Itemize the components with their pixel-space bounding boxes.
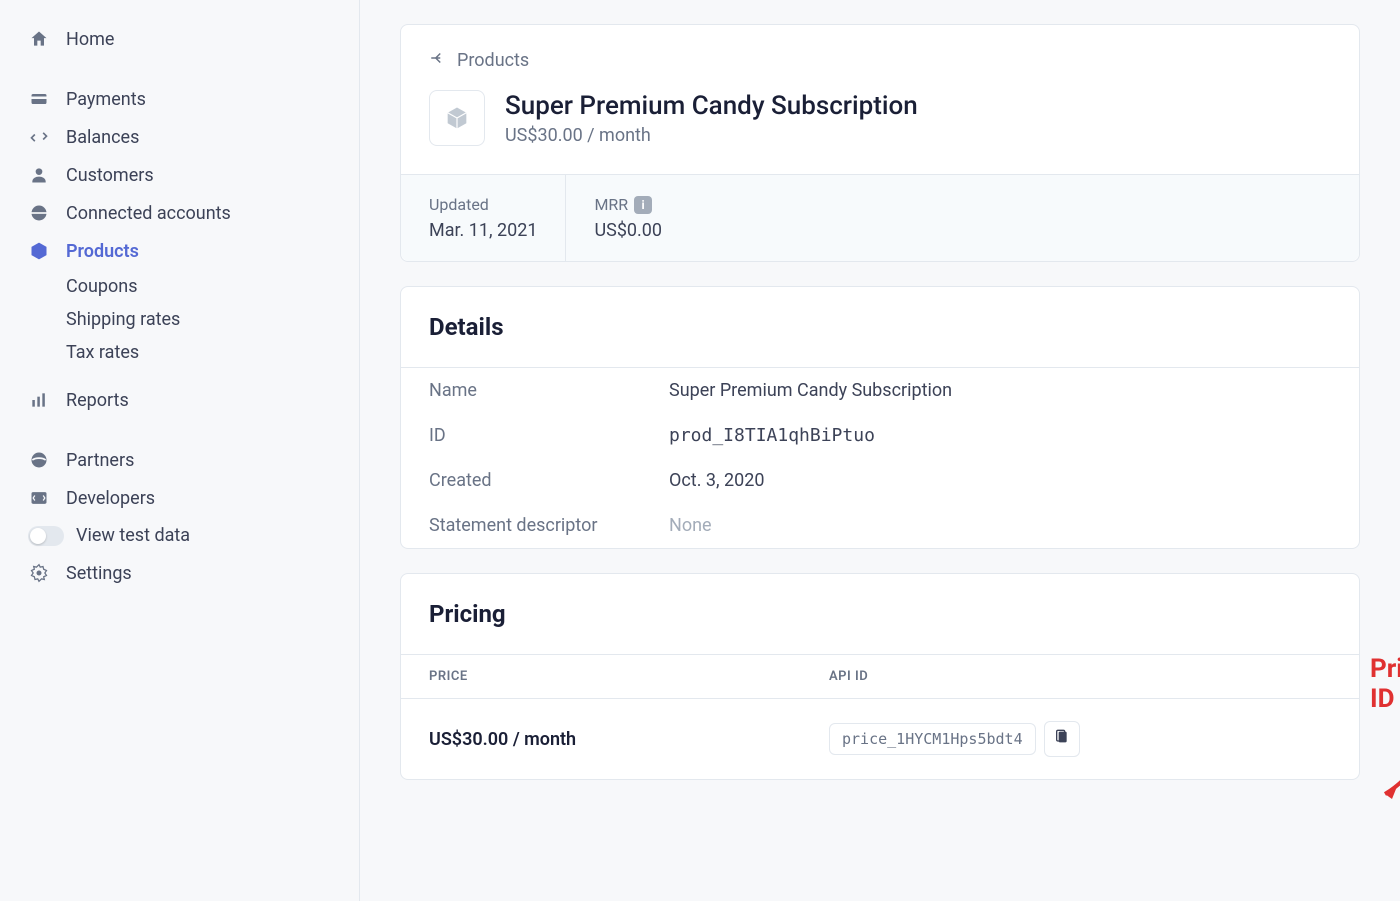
copy-button[interactable] bbox=[1044, 721, 1080, 757]
nav-customers[interactable]: Customers bbox=[0, 156, 359, 194]
nav-label: Partners bbox=[66, 450, 134, 471]
pricing-title: Pricing bbox=[401, 574, 1359, 654]
gear-icon bbox=[28, 562, 50, 584]
nav-connected[interactable]: Connected accounts bbox=[0, 194, 359, 232]
detail-value: Super Premium Candy Subscription bbox=[669, 380, 952, 401]
arrow-left-icon bbox=[429, 49, 447, 72]
nav-payments[interactable]: Payments bbox=[0, 80, 359, 118]
nav-products[interactable]: Products bbox=[0, 232, 359, 270]
payments-icon bbox=[28, 88, 50, 110]
nav-label: Reports bbox=[66, 390, 129, 411]
product-price-line: US$30.00 / month bbox=[505, 125, 918, 146]
nav-settings[interactable]: Settings bbox=[0, 554, 359, 592]
detail-value: prod_I8TIA1qhBiPtuo bbox=[669, 425, 875, 446]
nav-products-sub: Coupons Shipping rates Tax rates bbox=[0, 270, 359, 369]
nav-label: View test data bbox=[76, 525, 190, 546]
details-card: Details Name Super Premium Candy Subscri… bbox=[400, 286, 1360, 549]
nav-tax[interactable]: Tax rates bbox=[66, 336, 359, 369]
products-icon bbox=[28, 240, 50, 262]
product-icon bbox=[429, 90, 485, 146]
detail-row-name: Name Super Premium Candy Subscription bbox=[401, 368, 1359, 413]
nav-label: Customers bbox=[66, 165, 154, 186]
stats-row: Updated Mar. 11, 2021 MRR i US$0.00 bbox=[401, 174, 1359, 261]
detail-row-created: Created Oct. 3, 2020 bbox=[401, 458, 1359, 503]
reports-icon bbox=[28, 389, 50, 411]
nav-home[interactable]: Home bbox=[0, 20, 359, 58]
nav-balances[interactable]: Balances bbox=[0, 118, 359, 156]
annotation-arrow-icon bbox=[1370, 694, 1400, 804]
product-header-card: Products Super Premium Candy Subscriptio… bbox=[400, 24, 1360, 262]
customers-icon bbox=[28, 164, 50, 186]
details-title: Details bbox=[401, 287, 1359, 367]
nav-label: Products bbox=[66, 241, 139, 262]
clipboard-icon bbox=[1054, 729, 1070, 749]
detail-label: ID bbox=[429, 425, 669, 446]
nav-coupons[interactable]: Coupons bbox=[66, 270, 359, 303]
nav-label: Balances bbox=[66, 127, 139, 148]
nav-shipping[interactable]: Shipping rates bbox=[66, 303, 359, 336]
annotation-label: Price ID bbox=[1370, 654, 1400, 714]
api-id-value[interactable]: price_1HYCM1Hps5bdt4 bbox=[829, 723, 1036, 755]
main-content: Products Super Premium Candy Subscriptio… bbox=[360, 0, 1400, 901]
pricing-price-value: US$30.00 / month bbox=[429, 729, 829, 750]
detail-value: None bbox=[669, 515, 712, 536]
toggle-icon bbox=[28, 526, 64, 546]
home-icon bbox=[28, 28, 50, 50]
detail-row-descriptor: Statement descriptor None bbox=[401, 503, 1359, 548]
nav-developers[interactable]: Developers bbox=[0, 479, 359, 517]
pricing-row: US$30.00 / month price_1HYCM1Hps5bdt4 bbox=[401, 698, 1359, 779]
nav-label: Connected accounts bbox=[66, 203, 231, 224]
detail-label: Name bbox=[429, 380, 669, 401]
nav-label: Developers bbox=[66, 488, 155, 509]
connected-icon bbox=[28, 202, 50, 224]
nav-label: Home bbox=[66, 29, 114, 50]
balances-icon bbox=[28, 126, 50, 148]
breadcrumb-back[interactable]: Products bbox=[401, 25, 1359, 80]
detail-row-id: ID prod_I8TIA1qhBiPtuo bbox=[401, 413, 1359, 458]
partners-icon bbox=[28, 449, 50, 471]
stat-label: Updated bbox=[429, 195, 537, 214]
nav-label: Payments bbox=[66, 89, 146, 110]
stat-value: Mar. 11, 2021 bbox=[429, 220, 537, 241]
breadcrumb-label: Products bbox=[457, 50, 529, 71]
col-header-api: API ID bbox=[829, 669, 868, 684]
detail-label: Statement descriptor bbox=[429, 515, 669, 536]
info-icon[interactable]: i bbox=[634, 196, 652, 214]
stat-mrr: MRR i US$0.00 bbox=[566, 175, 690, 261]
product-title: Super Premium Candy Subscription bbox=[505, 91, 918, 121]
pricing-header-row: PRICE API ID bbox=[401, 654, 1359, 698]
nav-label: Settings bbox=[66, 563, 132, 584]
stat-label: MRR bbox=[594, 195, 628, 214]
col-header-price: PRICE bbox=[429, 669, 829, 684]
detail-label: Created bbox=[429, 470, 669, 491]
nav-testdata[interactable]: View test data bbox=[0, 517, 359, 554]
developers-icon bbox=[28, 487, 50, 509]
stat-value: US$0.00 bbox=[594, 220, 662, 241]
nav-reports[interactable]: Reports bbox=[0, 381, 359, 419]
detail-value: Oct. 3, 2020 bbox=[669, 470, 765, 491]
sidebar: Home Payments Balances Customers Connect… bbox=[0, 0, 360, 901]
pricing-card: Pricing PRICE API ID US$30.00 / month pr… bbox=[400, 573, 1360, 780]
nav-partners[interactable]: Partners bbox=[0, 441, 359, 479]
stat-updated: Updated Mar. 11, 2021 bbox=[401, 175, 566, 261]
